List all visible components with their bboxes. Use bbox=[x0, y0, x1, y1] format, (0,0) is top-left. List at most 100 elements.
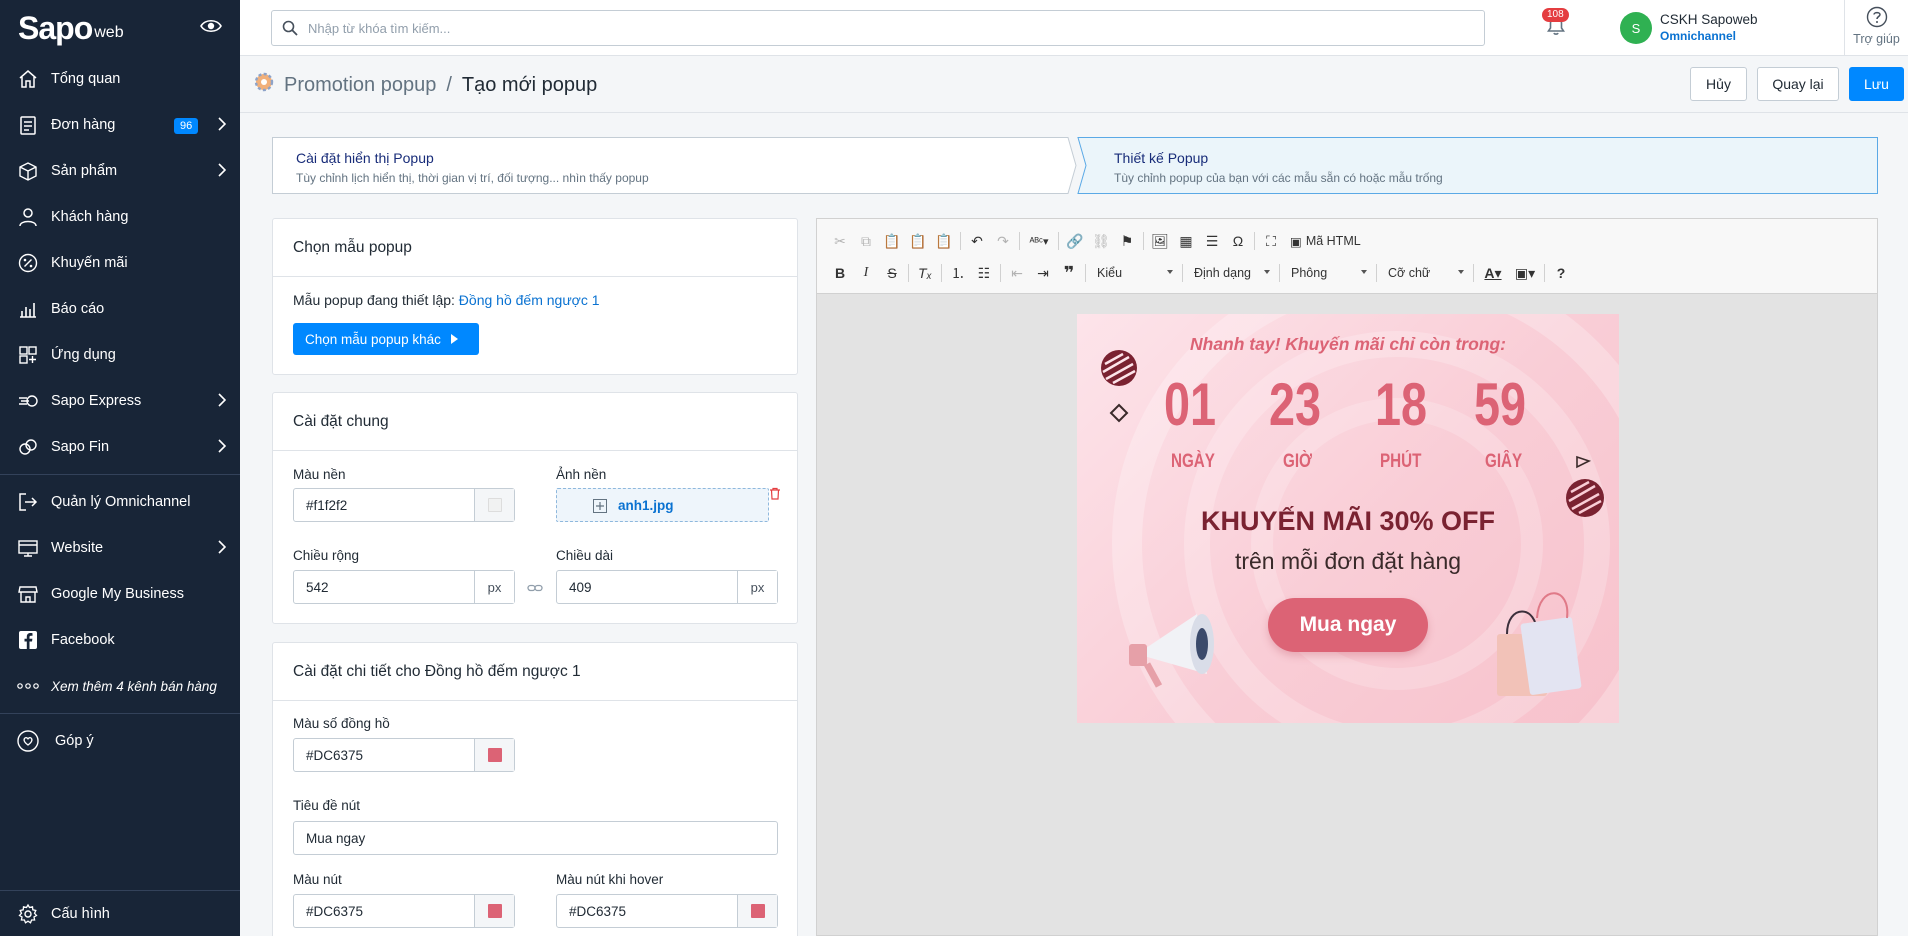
app: Sapo web Tổng quan Đơn hàng 96 Sản phẩm … bbox=[0, 0, 1908, 936]
bg-color-icon[interactable]: ▣▾ bbox=[1509, 261, 1541, 285]
clock-color-picker[interactable] bbox=[474, 739, 514, 771]
sidebar-item-overview[interactable]: Tổng quan bbox=[0, 56, 240, 102]
step-title: Thiết kế Popup bbox=[1114, 150, 1209, 166]
sidebar-item-label: Khuyến mãi bbox=[51, 255, 128, 271]
button-hover-value: #DC6375 bbox=[569, 904, 627, 919]
font-combo[interactable]: Phông bbox=[1283, 262, 1373, 284]
save-button[interactable]: Lưu bbox=[1849, 67, 1904, 101]
button-hover-picker[interactable] bbox=[737, 895, 777, 927]
sidebar-item-sapo-fin[interactable]: Sapo Fin bbox=[0, 424, 240, 470]
current-template: Mẫu popup đang thiết lập: Đồng hồ đếm ng… bbox=[293, 292, 600, 308]
sidebar-item-orders[interactable]: Đơn hàng 96 bbox=[0, 102, 240, 148]
strikethrough-icon[interactable]: S bbox=[879, 261, 905, 285]
search-input[interactable] bbox=[308, 11, 1468, 45]
copy-icon[interactable]: ⧉ bbox=[853, 229, 879, 253]
bg-color-field[interactable]: #f1f2f2 bbox=[293, 488, 515, 522]
cut-icon[interactable]: ✂ bbox=[827, 229, 853, 253]
italic-icon[interactable]: I bbox=[853, 261, 879, 285]
image-icon[interactable]: 🖼 bbox=[1147, 229, 1173, 253]
sidebar-item-customers[interactable]: Khách hàng bbox=[0, 194, 240, 240]
size-combo[interactable]: Cỡ chữ bbox=[1380, 262, 1470, 284]
sidebar-item-google-my-business[interactable]: Google My Business bbox=[0, 571, 240, 617]
eye-icon[interactable] bbox=[200, 18, 222, 37]
height-unit: px bbox=[737, 571, 777, 603]
omnichannel-icon bbox=[16, 490, 40, 514]
button-hover-field[interactable]: #DC6375 bbox=[556, 894, 778, 928]
box-icon bbox=[16, 159, 40, 183]
height-field[interactable]: 409 px bbox=[556, 570, 778, 604]
html-source-button[interactable]: ▣ Mã HTML bbox=[1284, 229, 1367, 253]
sidebar-item-reports[interactable]: Báo cáo bbox=[0, 286, 240, 332]
clock-color-field[interactable]: #DC6375 bbox=[293, 738, 515, 772]
popup-cta-button[interactable]: Mua ngay bbox=[1268, 598, 1428, 652]
back-button[interactable]: Quay lại bbox=[1757, 67, 1839, 101]
text-color-icon[interactable]: A▾ bbox=[1477, 261, 1509, 285]
sidebar-item-more-channels[interactable]: Xem thêm 4 kênh bán hàng bbox=[0, 663, 240, 709]
bulleted-list-icon[interactable]: ☷ bbox=[971, 261, 997, 285]
sidebar-item-products[interactable]: Sản phẩm bbox=[0, 148, 240, 194]
format-combo[interactable]: Định dạng bbox=[1186, 262, 1276, 284]
sidebar-item-website[interactable]: Website bbox=[0, 525, 240, 571]
width-field[interactable]: 542 px bbox=[293, 570, 515, 604]
paste-icon[interactable]: 📋 bbox=[879, 229, 905, 253]
anchor-flag-icon[interactable]: ⚑ bbox=[1114, 229, 1140, 253]
trash-icon[interactable] bbox=[769, 487, 781, 503]
button-color-picker[interactable] bbox=[474, 895, 514, 927]
sidebar-item-apps[interactable]: Ứng dụng bbox=[0, 332, 240, 378]
bg-image-filename[interactable]: anh1.jpg bbox=[618, 498, 674, 513]
sidebar-item-sapo-express[interactable]: Sapo Express bbox=[0, 378, 240, 424]
sidebar-divider bbox=[0, 713, 240, 714]
remove-format-icon[interactable]: Tₓ bbox=[912, 261, 938, 285]
sidebar-item-facebook[interactable]: Facebook bbox=[0, 617, 240, 663]
notifications[interactable]: 108 bbox=[1542, 8, 1569, 39]
step-display-settings[interactable]: Cài đặt hiển thị Popup Tùy chỉnh lịch hi… bbox=[272, 137, 1062, 194]
sapo-logo[interactable]: Sapo web bbox=[0, 0, 240, 56]
user-info: CSKH Sapoweb Omnichannel bbox=[1660, 12, 1758, 44]
help-question-icon[interactable]: ? bbox=[1548, 261, 1574, 285]
bg-image-upload[interactable]: anh1.jpg bbox=[556, 488, 769, 522]
step-design-popup[interactable]: Thiết kế Popup Tùy chỉnh popup của bạn v… bbox=[1090, 137, 1870, 194]
redo-icon[interactable]: ↷ bbox=[990, 229, 1016, 253]
horizontal-rule-icon[interactable]: ☰ bbox=[1199, 229, 1225, 253]
style-combo[interactable]: Kiểu bbox=[1089, 262, 1179, 284]
button-color-field[interactable]: #DC6375 bbox=[293, 894, 515, 928]
percent-icon bbox=[16, 251, 40, 275]
orders-count-badge: 96 bbox=[174, 118, 199, 134]
outdent-icon[interactable]: ⇤ bbox=[1004, 261, 1030, 285]
button-title-field[interactable]: Mua ngay bbox=[293, 821, 778, 855]
caret-down-icon bbox=[1361, 270, 1367, 274]
cancel-button[interactable]: Hủy bbox=[1690, 67, 1747, 101]
choose-template-button[interactable]: Chọn mẫu popup khác bbox=[293, 323, 479, 355]
color-swatch bbox=[750, 904, 765, 918]
sidebar-item-settings[interactable]: Cấu hình bbox=[0, 891, 240, 936]
special-char-icon[interactable]: Ω bbox=[1225, 229, 1251, 253]
sidebar-item-promotions[interactable]: Khuyến mãi bbox=[0, 240, 240, 286]
undo-icon[interactable]: ↶ bbox=[964, 229, 990, 253]
blockquote-icon[interactable]: ❞ bbox=[1056, 261, 1082, 285]
sidebar-item-omnichannel[interactable]: Quản lý Omnichannel bbox=[0, 479, 240, 525]
paste-word-icon[interactable]: 📋 bbox=[931, 229, 957, 253]
table-icon[interactable]: ▦ bbox=[1173, 229, 1199, 253]
sidebar-item-feedback[interactable]: Góp ý bbox=[0, 718, 240, 764]
numbered-list-icon[interactable]: ⒈ bbox=[945, 261, 971, 285]
chevron-right-icon bbox=[218, 163, 227, 180]
toolbar-divider bbox=[908, 264, 909, 282]
link-icon[interactable] bbox=[527, 581, 543, 597]
bold-icon[interactable]: B bbox=[827, 261, 853, 285]
size-combo-label: Cỡ chữ bbox=[1388, 266, 1431, 280]
width-value: 542 bbox=[306, 580, 329, 595]
spellcheck-icon[interactable]: ᴬᴮᶜ▾ bbox=[1023, 229, 1055, 253]
popup-preview[interactable]: Nhanh tay! Khuyến mãi chỉ còn trong: 01 … bbox=[1077, 314, 1619, 723]
link-icon[interactable]: 🔗 bbox=[1062, 229, 1088, 253]
unlink-icon[interactable]: ⛓ bbox=[1088, 229, 1114, 253]
sidebar-item-label: Xem thêm 4 kênh bán hàng bbox=[51, 678, 217, 694]
maximize-icon[interactable]: ⛶ bbox=[1258, 229, 1284, 253]
breadcrumb-parent-link[interactable]: Promotion popup bbox=[284, 74, 436, 97]
user-menu[interactable]: S CSKH Sapoweb Omnichannel bbox=[1620, 11, 1758, 45]
help-button[interactable]: Trợ giúp bbox=[1844, 0, 1908, 56]
paste-text-icon[interactable]: 📋 bbox=[905, 229, 931, 253]
logo-sub: web bbox=[94, 24, 124, 41]
current-template-name[interactable]: Đồng hồ đếm ngược 1 bbox=[459, 292, 600, 308]
indent-icon[interactable]: ⇥ bbox=[1030, 261, 1056, 285]
bg-color-picker[interactable] bbox=[474, 489, 514, 521]
